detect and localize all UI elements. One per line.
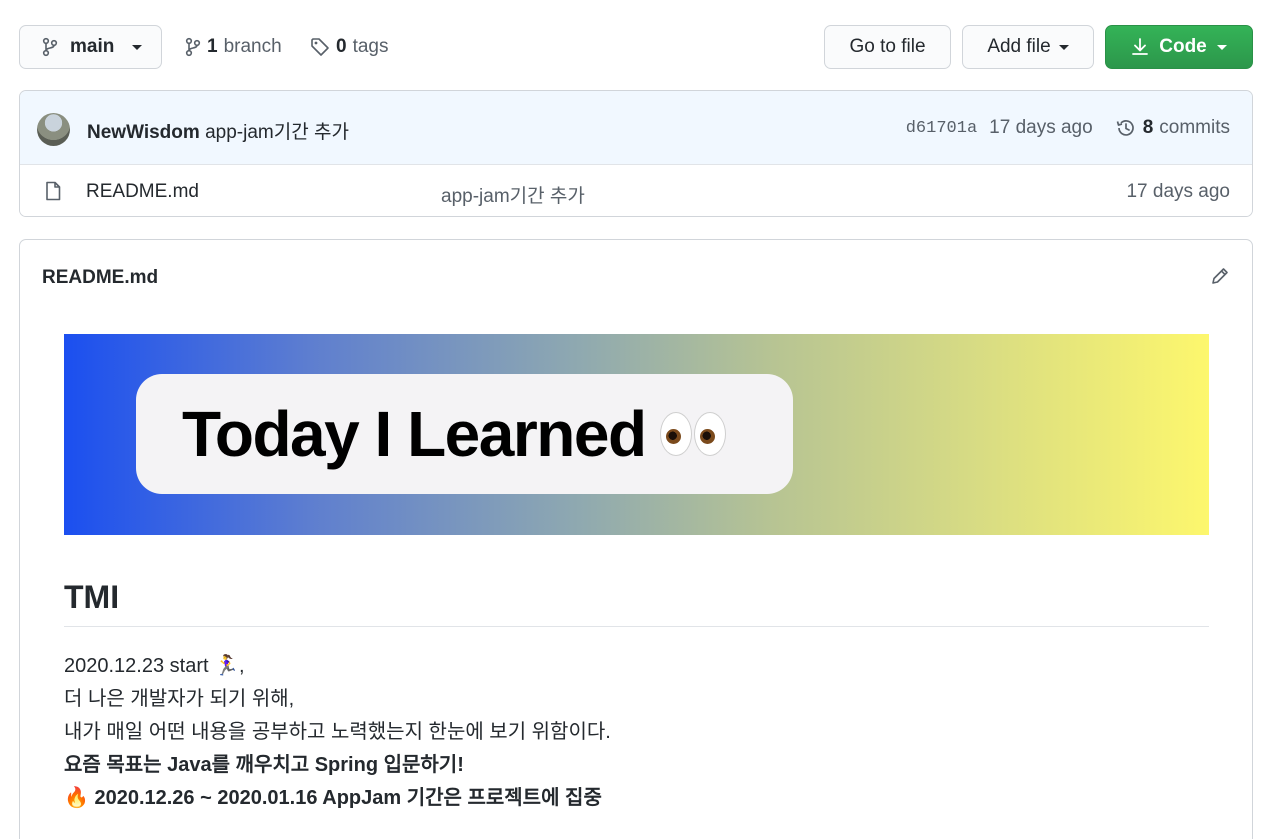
- file-age: 17 days ago: [1126, 181, 1230, 202]
- file-browser: NewWisdom app-jam기간 추가 d61701a 17 days a…: [19, 90, 1253, 217]
- branches-link[interactable]: 1 branch: [185, 25, 282, 69]
- readme-panel: README.md Today I Learned TMI 2020.12.23…: [19, 239, 1253, 839]
- readme-banner-image: Today I Learned: [64, 334, 1209, 535]
- branch-count: 1: [207, 36, 218, 57]
- eyes-emoji-icon: [659, 412, 726, 456]
- commit-meta: d61701a 17 days ago 8 commits: [906, 117, 1230, 139]
- readme-title: README.md: [42, 267, 159, 288]
- commit-message-link[interactable]: app-jam기간 추가: [205, 122, 349, 143]
- pencil-icon[interactable]: [1210, 266, 1230, 286]
- commit-age: 17 days ago: [989, 117, 1093, 138]
- branch-label: branch: [223, 36, 282, 57]
- readme-line-bold: 요즘 목표는 Java를 깨우치고 Spring 입문하기!: [64, 754, 464, 776]
- add-file-label: Add file: [987, 36, 1051, 57]
- commit-author-link[interactable]: NewWisdom: [87, 122, 200, 143]
- commit-count: 8: [1142, 117, 1154, 138]
- git-branch-icon: [185, 37, 201, 57]
- chevron-down-icon: [1216, 44, 1227, 50]
- tag-label: tags: [352, 36, 389, 57]
- commit-label: commits: [1159, 117, 1230, 138]
- readme-heading: TMI: [64, 579, 120, 615]
- file-name-link[interactable]: README.md: [86, 181, 199, 203]
- readme-line: 2020.12.23 start 🏃‍♀️,: [64, 655, 245, 677]
- tags-link[interactable]: 0 tags: [310, 25, 389, 69]
- file-commit-message-link[interactable]: app-jam기간 추가: [441, 181, 585, 208]
- readme-body: 2020.12.23 start 🏃‍♀️, 더 나은 개발자가 되기 위해, …: [64, 650, 611, 815]
- tag-icon: [311, 38, 329, 56]
- file-icon: [46, 181, 61, 201]
- commit-summary: NewWisdom app-jam기간 추가: [87, 117, 349, 144]
- file-row[interactable]: README.md app-jam기간 추가 17 days ago: [20, 165, 1252, 216]
- repo-toolbar: main 1 branch 0 tags Go to file Add file…: [19, 25, 1253, 69]
- readme-line-bold: 🔥 2020.12.26 ~ 2020.01.16 AppJam 기간은 프로젝…: [64, 787, 602, 809]
- commits-history-link[interactable]: 8 commits: [1115, 117, 1230, 139]
- code-label: Code: [1159, 36, 1207, 57]
- banner-title: Today I Learned: [182, 398, 647, 470]
- tag-count: 0: [336, 36, 347, 57]
- history-icon: [1116, 120, 1134, 136]
- branch-name: main: [70, 36, 115, 57]
- download-icon: [1132, 38, 1149, 55]
- avatar[interactable]: [37, 113, 70, 146]
- latest-commit-bar: NewWisdom app-jam기간 추가 d61701a 17 days a…: [20, 91, 1252, 165]
- add-file-button[interactable]: Add file: [962, 25, 1094, 69]
- code-button[interactable]: Code: [1105, 25, 1253, 69]
- readme-line: 더 나은 개발자가 되기 위해,: [64, 688, 295, 710]
- chevron-down-icon: [1058, 44, 1069, 50]
- readme-line: 내가 매일 어떤 내용을 공부하고 노력했는지 한눈에 보기 위함이다.: [64, 721, 611, 743]
- banner-title-pill: Today I Learned: [136, 374, 793, 494]
- git-branch-icon: [42, 37, 58, 57]
- branch-select-button[interactable]: main: [19, 25, 162, 69]
- go-to-file-button[interactable]: Go to file: [824, 25, 951, 69]
- commit-sha-link[interactable]: d61701a: [906, 119, 977, 138]
- chevron-down-icon: [132, 44, 143, 50]
- heading-divider: [64, 626, 1209, 627]
